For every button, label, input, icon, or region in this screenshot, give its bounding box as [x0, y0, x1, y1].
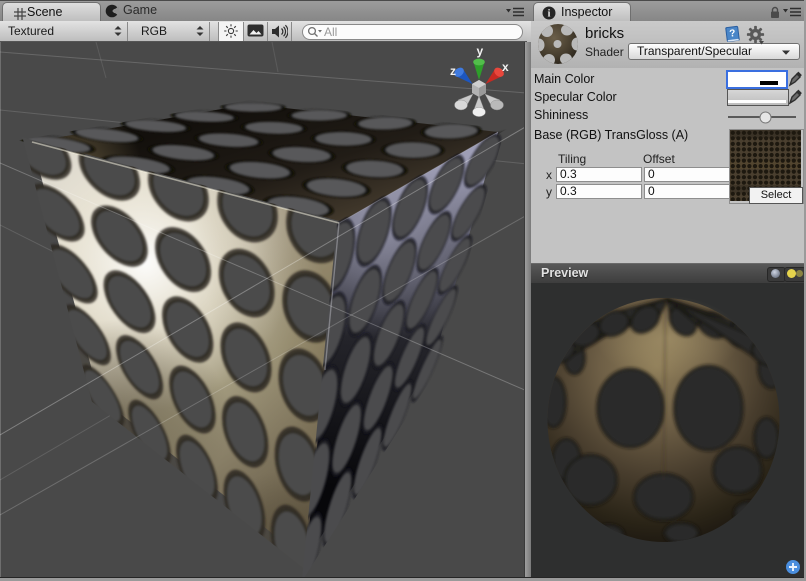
- svg-text:i: i: [548, 8, 551, 19]
- svg-text:z: z: [450, 64, 456, 78]
- svg-text:x: x: [502, 60, 509, 74]
- svg-text:y: y: [477, 44, 484, 58]
